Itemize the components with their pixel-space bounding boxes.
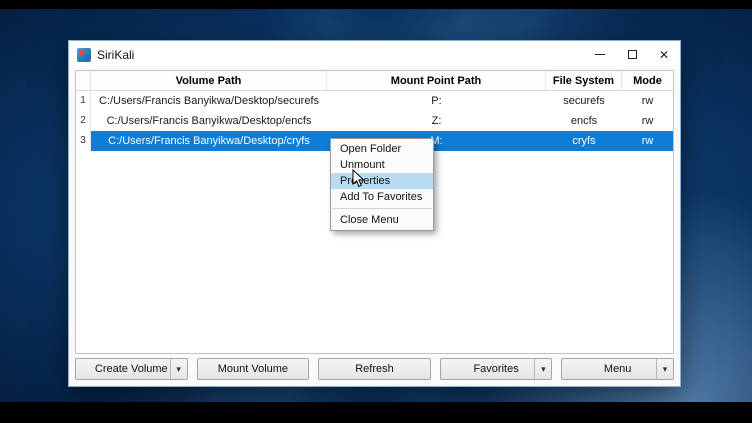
minimize-button[interactable]	[584, 41, 616, 68]
context-menu-item-add-to-favorites[interactable]: Add To Favorites	[331, 189, 433, 205]
file-system-cell: encfs	[546, 111, 622, 131]
bottom-toolbar: Create Volume▾Mount VolumeRefreshFavorit…	[75, 358, 674, 380]
row-number: 1	[76, 91, 91, 111]
table-header: Volume Path Mount Point Path File System…	[76, 71, 673, 91]
title-bar[interactable]: SiriKali ✕	[69, 41, 680, 68]
mount-point-cell: Z:	[327, 111, 546, 131]
table-row[interactable]: 1C:/Users/Francis Banyikwa/Desktop/secur…	[76, 91, 673, 111]
column-header-mode: Mode	[622, 71, 673, 90]
button-label: Menu	[604, 363, 632, 375]
refresh-button[interactable]: Refresh	[318, 358, 431, 380]
create-volume-button[interactable]: Create Volume▾	[75, 358, 188, 380]
column-header-file-system: File System	[546, 71, 622, 90]
screen: SiriKali ✕ Volume Path Mount Point Path …	[0, 0, 752, 423]
button-label: Refresh	[355, 363, 394, 375]
sirikali-app-icon	[77, 48, 91, 62]
file-system-cell: securefs	[546, 91, 622, 111]
minimize-icon	[595, 54, 605, 55]
dropdown-arrow-icon[interactable]: ▾	[534, 359, 551, 379]
context-menu: Open FolderUnmountPropertiesAdd To Favor…	[330, 138, 434, 231]
column-header-mount-point-path: Mount Point Path	[327, 71, 546, 90]
button-label: Mount Volume	[218, 363, 288, 375]
row-number-corner	[76, 71, 91, 90]
desktop-background: SiriKali ✕ Volume Path Mount Point Path …	[0, 9, 752, 402]
volume-path-cell: C:/Users/Francis Banyikwa/Desktop/encfs	[91, 111, 327, 131]
button-label: Create Volume	[95, 363, 168, 375]
maximize-button[interactable]	[616, 41, 648, 68]
button-label: Favorites	[473, 363, 518, 375]
context-menu-item-close-menu[interactable]: Close Menu	[331, 212, 433, 228]
file-system-cell: cryfs	[546, 131, 622, 151]
menu-separator	[332, 208, 432, 209]
mode-cell: rw	[622, 91, 673, 111]
favorites-button[interactable]: Favorites ▾	[440, 358, 553, 380]
mount-point-cell: P:	[327, 91, 546, 111]
dropdown-arrow-icon[interactable]: ▾	[170, 359, 187, 379]
maximize-icon	[628, 50, 637, 59]
dropdown-arrow-icon[interactable]: ▾	[656, 359, 673, 379]
mount-volume-button[interactable]: Mount Volume	[197, 358, 310, 380]
mode-cell: rw	[622, 111, 673, 131]
close-button[interactable]: ✕	[648, 41, 680, 68]
close-icon: ✕	[659, 49, 669, 61]
window-controls: ✕	[584, 41, 680, 68]
mouse-cursor-icon	[352, 169, 365, 188]
table-row[interactable]: 2C:/Users/Francis Banyikwa/Desktop/encfs…	[76, 111, 673, 131]
window-title: SiriKali	[97, 48, 134, 62]
mode-cell: rw	[622, 131, 673, 151]
volume-path-cell: C:/Users/Francis Banyikwa/Desktop/secure…	[91, 91, 327, 111]
context-menu-item-properties[interactable]: Properties	[331, 173, 433, 189]
menu-button[interactable]: Menu ▾	[561, 358, 674, 380]
volume-path-cell: C:/Users/Francis Banyikwa/Desktop/cryfs	[91, 131, 327, 151]
row-number: 3	[76, 131, 91, 151]
row-number: 2	[76, 111, 91, 131]
context-menu-item-open-folder[interactable]: Open Folder	[331, 141, 433, 157]
context-menu-item-unmount[interactable]: Unmount	[331, 157, 433, 173]
column-header-volume-path: Volume Path	[91, 71, 327, 90]
